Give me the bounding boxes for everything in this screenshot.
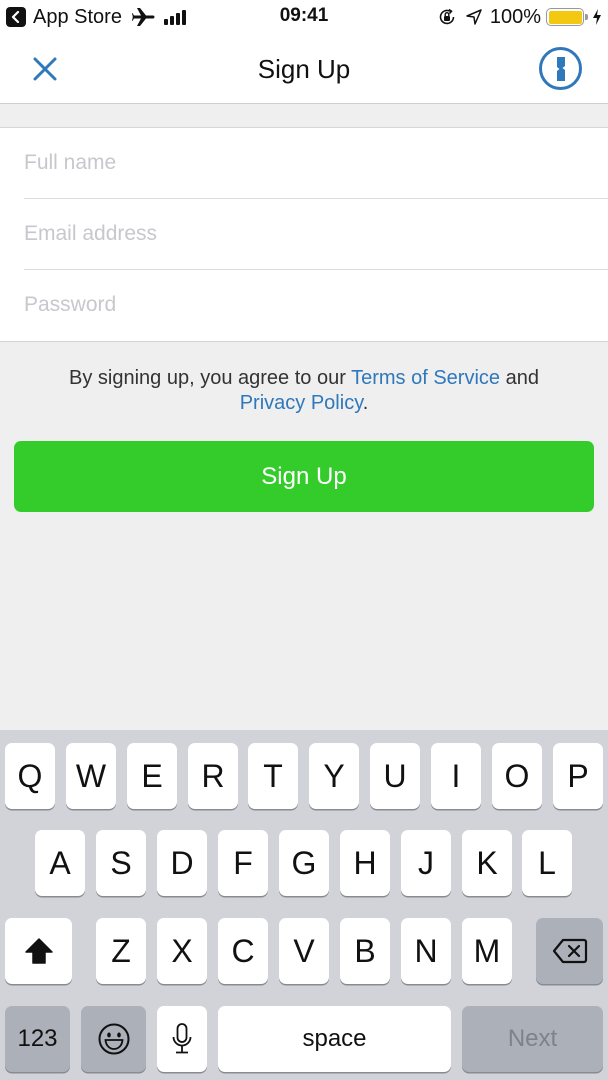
terms-middle: and bbox=[500, 367, 539, 389]
shift-key[interactable] bbox=[5, 918, 72, 984]
terms-suffix: . bbox=[362, 392, 369, 414]
key-p[interactable]: P bbox=[553, 743, 603, 809]
key-h[interactable]: H bbox=[340, 830, 390, 896]
battery-level bbox=[548, 10, 582, 24]
key-k[interactable]: K bbox=[462, 830, 512, 896]
location-icon bbox=[466, 9, 482, 25]
navigation-bar: Sign Up bbox=[0, 34, 608, 104]
section-spacer bbox=[0, 105, 608, 128]
key-u[interactable]: U bbox=[370, 743, 420, 809]
full-name-row bbox=[24, 128, 608, 199]
sign-up-button[interactable]: Sign Up bbox=[14, 441, 594, 512]
status-bar: App Store 09:41 100% bbox=[0, 0, 608, 34]
back-app-label: App Store bbox=[33, 5, 122, 28]
back-to-app[interactable]: App Store bbox=[6, 4, 186, 30]
orientation-lock-icon bbox=[439, 8, 455, 25]
terms-notice: By signing up, you agree to our Terms of… bbox=[0, 366, 608, 416]
key-i[interactable]: I bbox=[431, 743, 481, 809]
key-n[interactable]: N bbox=[401, 918, 451, 984]
key-l[interactable]: L bbox=[522, 830, 572, 896]
key-v[interactable]: V bbox=[279, 918, 329, 984]
dictation-key[interactable] bbox=[157, 1006, 207, 1072]
key-s[interactable]: S bbox=[96, 830, 146, 896]
password-row bbox=[24, 270, 608, 341]
key-m[interactable]: M bbox=[462, 918, 512, 984]
1password-button[interactable] bbox=[539, 47, 582, 90]
delete-icon bbox=[552, 938, 587, 964]
password-input[interactable] bbox=[24, 270, 584, 340]
delete-key[interactable] bbox=[536, 918, 603, 984]
battery-percent: 100% bbox=[489, 5, 541, 28]
microphone-icon bbox=[172, 1023, 192, 1054]
battery-icon bbox=[546, 8, 588, 26]
key-j[interactable]: J bbox=[401, 830, 451, 896]
full-name-input[interactable] bbox=[24, 128, 584, 198]
space-key[interactable]: space bbox=[218, 1006, 451, 1072]
terms-prefix: By signing up, you agree to our bbox=[69, 367, 352, 389]
1password-icon bbox=[556, 56, 565, 81]
charging-bolt-icon bbox=[593, 9, 601, 25]
key-g[interactable]: G bbox=[279, 830, 329, 896]
signal-icon bbox=[163, 9, 186, 25]
close-icon bbox=[33, 57, 57, 81]
key-w[interactable]: W bbox=[66, 743, 116, 809]
next-key[interactable]: Next bbox=[462, 1006, 603, 1072]
key-a[interactable]: A bbox=[35, 830, 85, 896]
airplane-icon bbox=[131, 8, 155, 26]
privacy-policy-link[interactable]: Privacy Policy bbox=[240, 392, 363, 414]
key-y[interactable]: Y bbox=[309, 743, 359, 809]
key-t[interactable]: T bbox=[248, 743, 298, 809]
key-q[interactable]: Q bbox=[5, 743, 55, 809]
numbers-key[interactable]: 123 bbox=[5, 1006, 70, 1072]
emoji-key[interactable] bbox=[81, 1006, 146, 1072]
key-o[interactable]: O bbox=[492, 743, 542, 809]
key-z[interactable]: Z bbox=[96, 918, 146, 984]
keyboard: Q W E R T Y U I O P A S D F G H J K L Z … bbox=[0, 730, 608, 1080]
key-d[interactable]: D bbox=[157, 830, 207, 896]
close-button[interactable] bbox=[28, 52, 62, 86]
email-row bbox=[24, 199, 608, 270]
terms-of-service-link[interactable]: Terms of Service bbox=[351, 367, 500, 389]
key-b[interactable]: B bbox=[340, 918, 390, 984]
emoji-icon bbox=[98, 1023, 129, 1055]
key-e[interactable]: E bbox=[127, 743, 177, 809]
email-input[interactable] bbox=[24, 199, 584, 269]
key-f[interactable]: F bbox=[218, 830, 268, 896]
key-r[interactable]: R bbox=[188, 743, 238, 809]
page-title: Sign Up bbox=[257, 54, 351, 84]
key-x[interactable]: X bbox=[157, 918, 207, 984]
signup-form bbox=[0, 128, 608, 342]
back-chevron-icon bbox=[6, 7, 26, 27]
shift-icon bbox=[24, 938, 53, 964]
key-c[interactable]: C bbox=[218, 918, 268, 984]
